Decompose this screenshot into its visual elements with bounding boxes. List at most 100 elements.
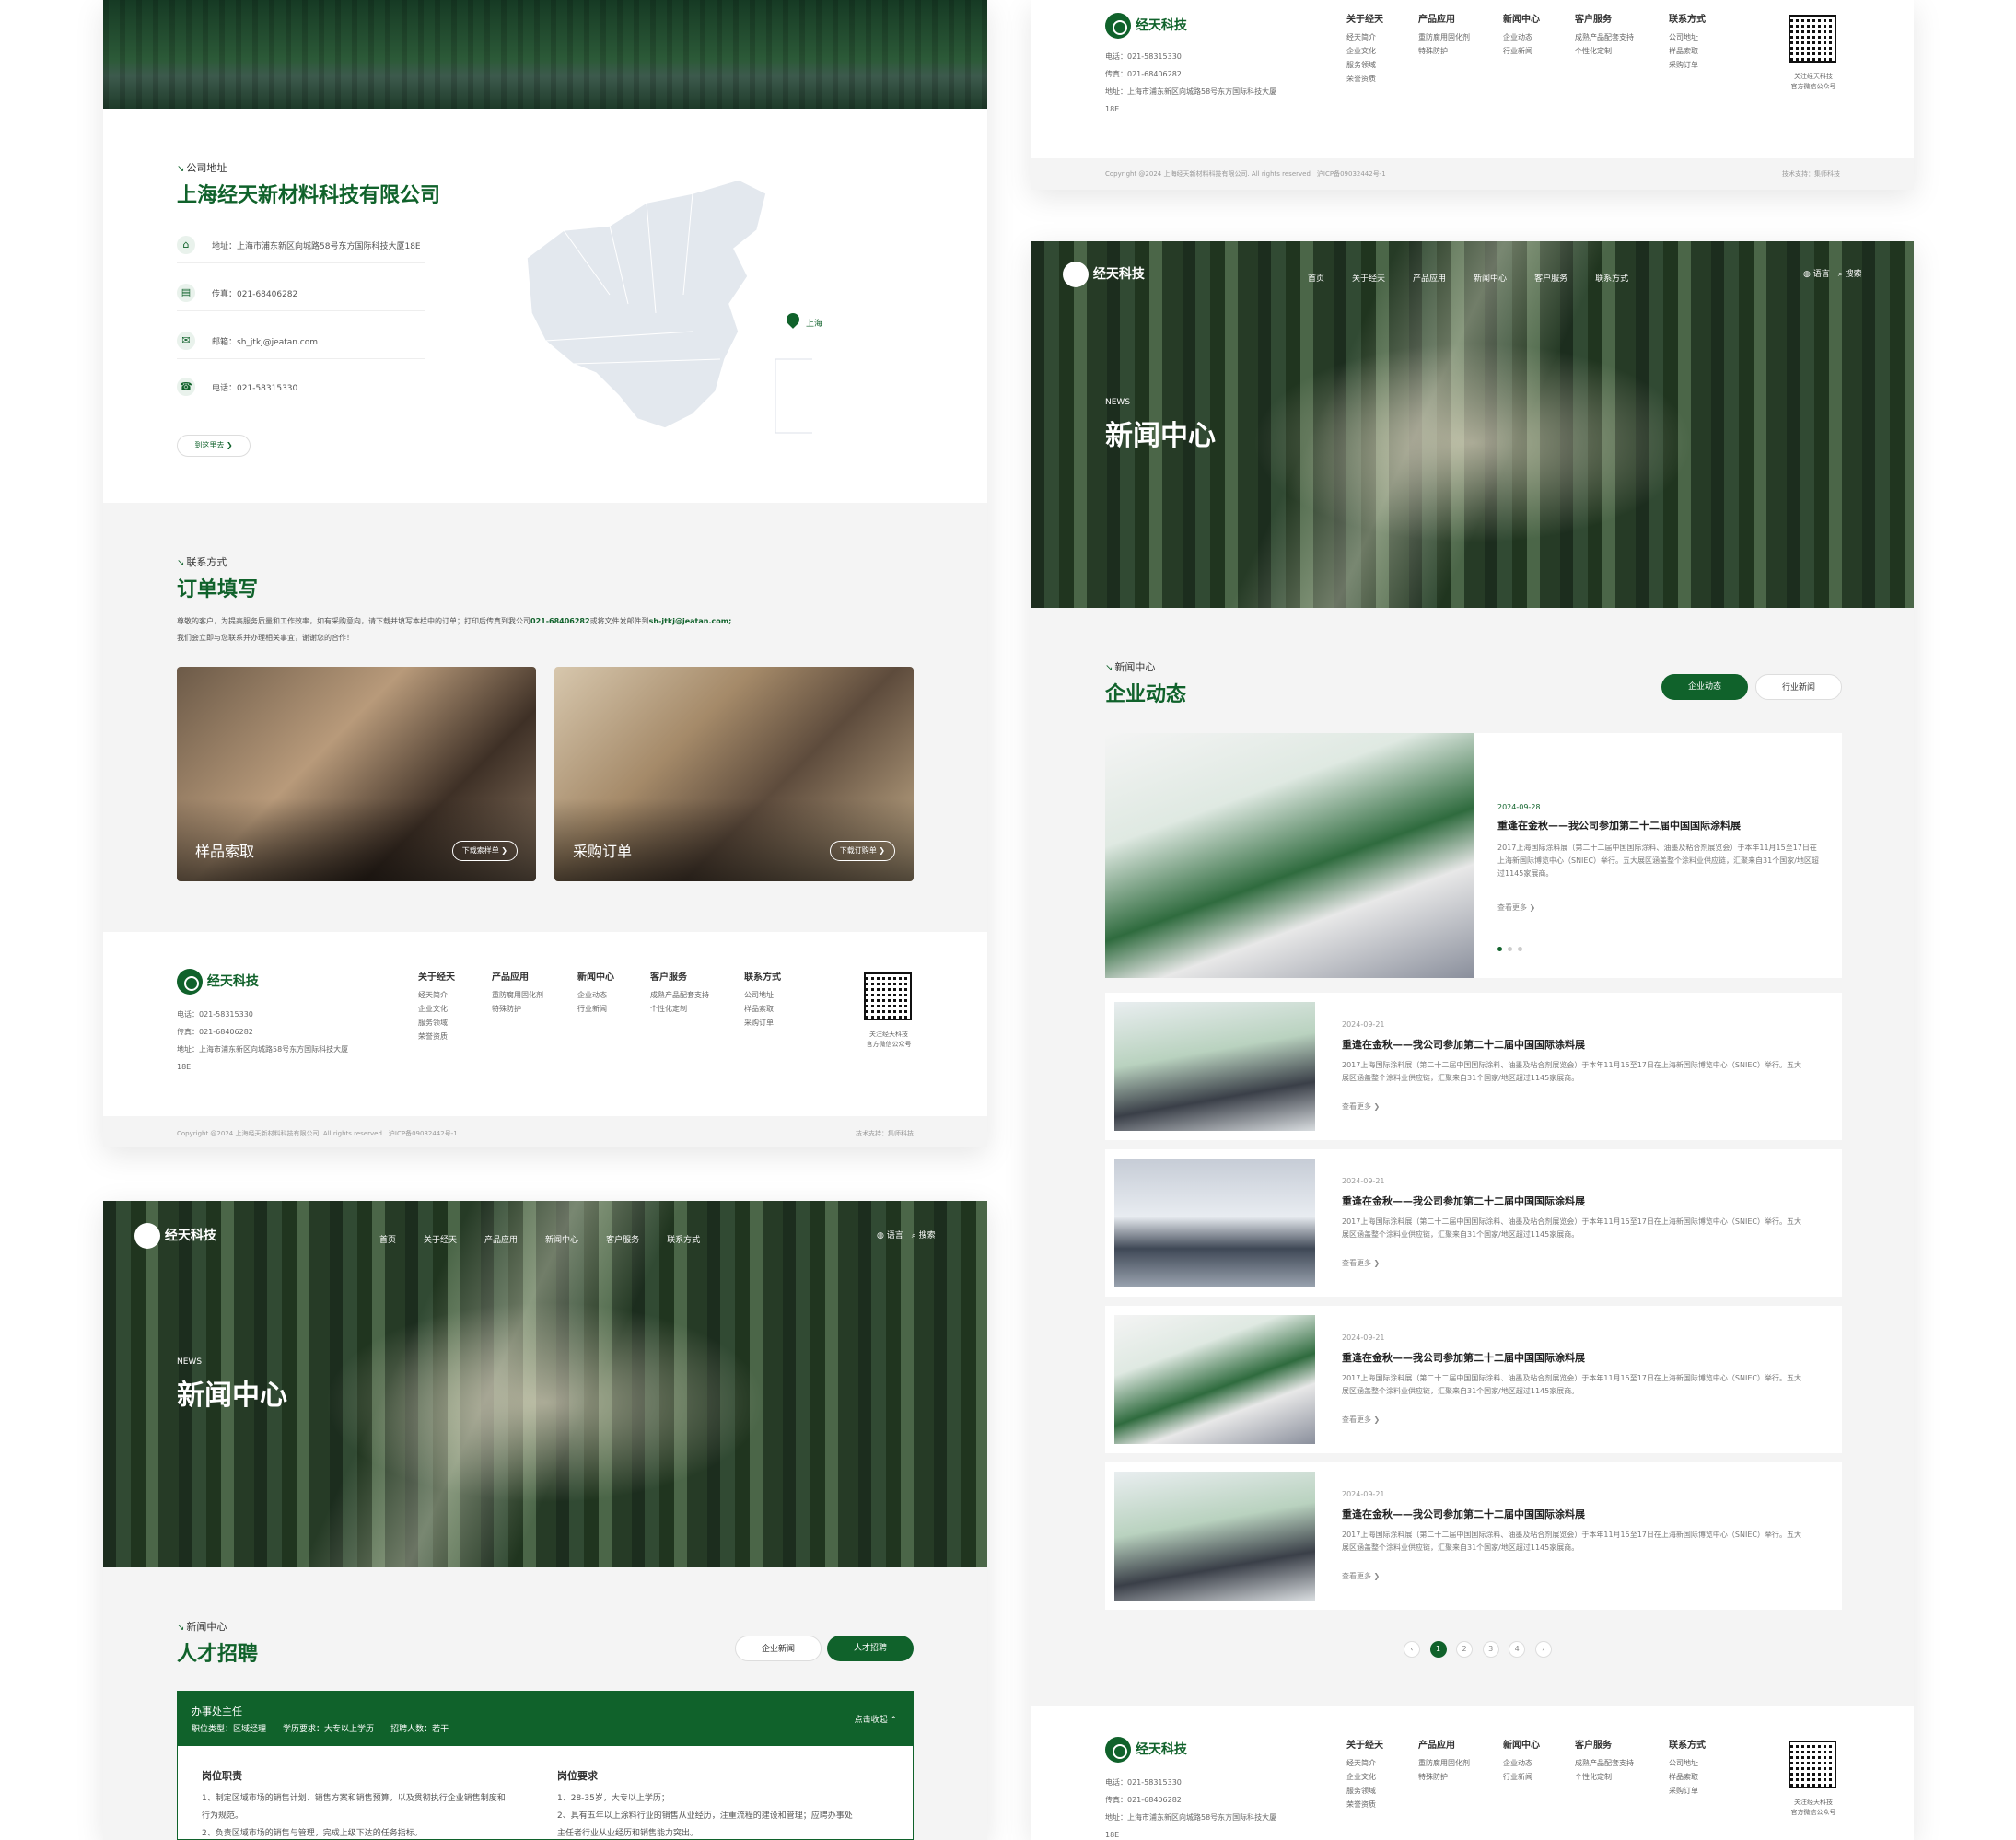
page-3[interactable]: 3 [1482,1641,1499,1658]
language-button[interactable]: ◍ 语言 [877,1231,903,1240]
jobs-kicker: 新闻中心 [177,1619,227,1634]
news-item[interactable]: 2024-09-21 重逢在金秋——我公司参加第二十二届中国国际涂料展 2017… [1105,993,1842,1140]
footer-col-products: 产品应用 重防腐用固化剂 特殊防护 [1418,15,1470,55]
language-button[interactable]: ◍ 语言 [1803,270,1830,279]
page-next[interactable]: › [1534,1641,1552,1658]
download-order-form-button[interactable]: 下载订购单 ❯ [829,841,895,861]
order-email[interactable]: sh-jtkj@jeatan.com; [649,617,732,625]
page-4[interactable]: 4 [1509,1641,1526,1658]
nav-contact[interactable]: 联系方式 [667,1236,700,1245]
email-value[interactable]: sh_jtkj@jeatan.com [237,338,318,347]
main-nav: 首页 关于经天 产品应用 新闻中心 客户服务 联系方式 [1308,267,1656,285]
fax-label: 传真： [212,290,238,299]
news-date: 2024-09-21 [1342,1020,1385,1029]
job-title: 办事处主任 [192,1706,242,1718]
news-desc: 2017上海国际涂料展（第二十二届中国国际涂料、油墨及粘合剂展览会）于本年11月… [1342,1061,1801,1082]
order-kicker: 联系方式 [177,554,227,569]
job-meta: 职位类型：区域经理 学历要求：大专以上学历 招聘人数：若干 [192,1725,449,1734]
job-header[interactable]: 办事处主任 职位类型：区域经理 学历要求：大专以上学历 招聘人数：若干 点击收起… [177,1691,914,1746]
news-thumbnail [1114,1315,1315,1444]
news-desc: 2017上海国际涂料展（第二十二届中国国际涂料、油墨及粘合剂展览会）于本年11月… [1342,1531,1801,1552]
news-item[interactable]: 2024-09-21 重逢在金秋——我公司参加第二十二届中国国际涂料展 2017… [1105,1306,1842,1453]
footer-logo[interactable]: 经天科技 [177,969,259,995]
purchase-order-card[interactable]: 采购订单 下载订购单 ❯ [554,667,914,881]
wechat-qr-code [864,972,912,1020]
carousel-dots[interactable] [1497,937,1522,955]
news-item[interactable]: 2024-09-21 重逢在金秋——我公司参加第二十二届中国国际涂料展 2017… [1105,1149,1842,1297]
search-button[interactable]: ⌕ 搜索 [912,1231,936,1240]
nav-about[interactable]: 关于经天 [424,1236,457,1245]
purchase-order-label: 采购订单 [573,843,633,860]
jobs-title: 人才招聘 [177,1643,259,1666]
tab-company-news[interactable]: 企业动态 [1661,674,1748,700]
page-2[interactable]: 2 [1456,1641,1474,1658]
footer-col-news: 新闻中心 企业动态 行业新闻 [1503,15,1540,55]
news-thumbnail [1114,1472,1315,1601]
search-button[interactable]: ⌕ 搜索 [1838,270,1862,279]
duty-list: 1、制定区域市场的销售计划、销售方案和销售预算，以及贯彻执行企业销售制度和 行为规… [202,1794,506,1838]
email-label: 邮箱： [212,338,238,347]
nav-contact[interactable]: 联系方式 [1595,274,1628,284]
nav-home[interactable]: 首页 [1308,274,1324,284]
news-more-link[interactable]: 查看更多 ❯ [1342,1258,1380,1268]
page-1[interactable]: 1 [1429,1641,1447,1658]
nav-news[interactable]: 新闻中心 [545,1236,578,1245]
news-item[interactable]: 2024-09-21 重逢在金秋——我公司参加第二十二届中国国际涂料展 2017… [1105,1462,1842,1610]
download-sample-form-button[interactable]: 下载索样单 ❯ [451,841,518,861]
nav-home[interactable]: 首页 [379,1236,396,1245]
featured-title[interactable]: 重逢在金秋——我公司参加第二十二届中国国际涂料展 [1497,818,1741,833]
nav-service[interactable]: 客户服务 [1534,274,1567,284]
footer-col-news: 新闻中心 企业动态 行业新闻 [577,972,614,1013]
news-date: 2024-09-21 [1342,1333,1385,1342]
hero-title: 新闻中心 [177,1380,287,1412]
footer-col-news: 新闻中心 企业动态 行业新闻 [1503,1741,1540,1781]
news-date: 2024-09-21 [1342,1177,1385,1185]
footer-col-service: 客户服务 成熟产品配套支持 个性化定制 [1575,15,1634,55]
sample-request-card[interactable]: 样品索取 下载索样单 ❯ [177,667,536,881]
nav-about[interactable]: 关于经天 [1352,274,1385,284]
featured-news[interactable]: 2024-09-28 重逢在金秋——我公司参加第二十二届中国国际涂料展 2017… [1105,733,1842,978]
header-logo[interactable]: 经天科技 [1063,262,1145,287]
go-here-button[interactable]: 到这里去 ❯ [177,435,251,457]
news-title[interactable]: 重逢在金秋——我公司参加第二十二届中国国际涂料展 [1342,1037,1585,1052]
news-title[interactable]: 重逢在金秋——我公司参加第二十二届中国国际涂料展 [1342,1350,1585,1365]
header-logo[interactable]: 经天科技 [134,1223,216,1249]
news-title[interactable]: 重逢在金秋——我公司参加第二十二届中国国际涂料展 [1342,1507,1585,1521]
tab-industry-news[interactable]: 行业新闻 [1755,674,1842,700]
featured-more-link[interactable]: 查看更多 ❯ [1497,903,1535,913]
header-tools: ◍ 语言 ⌕ 搜索 [877,1229,936,1240]
page-prev[interactable]: ‹ [1404,1641,1420,1658]
address-label: 地址： [212,242,238,251]
phone-label: 电话： [212,384,238,393]
footer-logo[interactable]: 经天科技 [1105,13,1187,39]
tab-company-news[interactable]: 企业新闻 [735,1636,822,1661]
news-title[interactable]: 重逢在金秋——我公司参加第二十二届中国国际涂料展 [1342,1194,1585,1208]
featured-desc: 2017上海国际涂料展（第二十二届中国国际涂料、油墨及粘合剂展览会）于本年11月… [1497,844,1819,878]
duty-title: 岗位职责 [202,1770,242,1782]
footer-col-service: 客户服务 成熟产品配套支持 个性化定制 [1575,1741,1634,1781]
order-phone: 021-68406282 [530,617,590,625]
phone-icon: ☎ [177,378,195,396]
nav-products[interactable]: 产品应用 [1413,274,1446,284]
nav-products[interactable]: 产品应用 [484,1236,518,1245]
footer-logo[interactable]: 经天科技 [1105,1737,1187,1763]
logo-icon [1063,262,1089,287]
hero-kicker: NEWS [177,1357,203,1367]
tab-recruitment[interactable]: 人才招聘 [827,1636,914,1661]
featured-news-image [1105,733,1474,978]
nav-service[interactable]: 客户服务 [606,1236,639,1245]
hero-title: 新闻中心 [1105,420,1216,452]
nav-news[interactable]: 新闻中心 [1474,274,1507,284]
collapse-toggle[interactable]: 点击收起 ⌃ [855,1713,897,1725]
qr-caption: 关注经天科技 官方微信公众号 [1790,1799,1836,1816]
footer-contact: 电话：021-58315330 传真：021-68406282 地址：上海市浦东新区… [1105,1778,1277,1839]
email-row: ✉ 邮箱：sh_jtkj@jeatan.com [177,322,425,359]
requirement-list: 1、28-35岁，大专以上学历； 2、具有五年以上涂料行业的销售从业经历，注重流程… [557,1794,853,1838]
header-tools: ◍ 语言 ⌕ 搜索 [1803,267,1862,279]
footer-col-products: 产品应用 重防腐用固化剂 特殊防护 [492,972,543,1013]
news-more-link[interactable]: 查看更多 ❯ [1342,1571,1380,1581]
hero-kicker: NEWS [1105,398,1131,407]
news-more-link[interactable]: 查看更多 ❯ [1342,1415,1380,1425]
news-kicker: 新闻中心 [1105,659,1155,674]
news-more-link[interactable]: 查看更多 ❯ [1342,1101,1380,1112]
